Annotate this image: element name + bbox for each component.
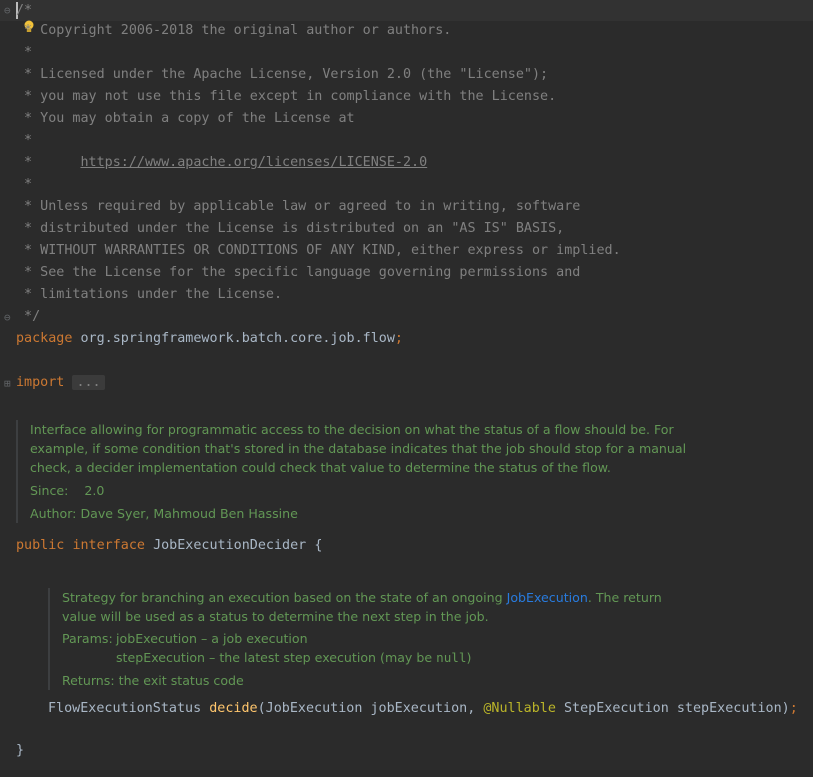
- method-declaration: FlowExecutionStatus decide(JobExecution …: [48, 701, 798, 716]
- current-line-highlight: [0, 0, 813, 21]
- nullable-annotation: @Nullable: [483, 701, 556, 716]
- package-keyword: package: [16, 331, 73, 346]
- open-brace: {: [314, 538, 323, 553]
- jobexecution-link[interactable]: JobExecution: [507, 590, 588, 605]
- package-declaration: package org.springframework.batch.core.j…: [16, 328, 403, 350]
- doc-author: Author: Dave Syer, Mahmoud Ben Hassine: [30, 506, 298, 521]
- license-url-link[interactable]: https://www.apache.org/licenses/LICENSE-…: [81, 155, 428, 170]
- import-declaration: import ...: [16, 372, 105, 394]
- interface-declaration: public interface JobExecutionDecider {: [16, 535, 322, 557]
- doc-since: Since: 2.0: [30, 483, 105, 498]
- comment-line: *: [16, 177, 33, 192]
- doc-returns: Returns: the exit status code: [62, 673, 244, 688]
- close-brace: }: [16, 743, 25, 758]
- interface-keyword: interface: [72, 538, 145, 553]
- comment-line: * https://www.apache.org/licenses/LICENS…: [16, 155, 428, 170]
- method-javadoc: Strategy for branching an execution base…: [48, 588, 690, 690]
- comment-line: * WITHOUT WARRANTIES OR CONDITIONS OF AN…: [16, 243, 621, 258]
- folded-imports[interactable]: ...: [72, 375, 105, 390]
- code-editor[interactable]: ⊖ ⊖ ⊞ /* * Copyright 2006-2018 the origi…: [0, 0, 813, 777]
- doc-description: Strategy for branching an execution base…: [62, 590, 662, 624]
- comment-line: * you may not use this file except in co…: [16, 89, 557, 104]
- doc-description: Interface allowing for programmatic acce…: [30, 422, 687, 475]
- expand-import-icon[interactable]: ⊞: [4, 378, 11, 389]
- comment-line: */: [16, 309, 41, 324]
- comment-line: *: [16, 133, 33, 148]
- doc-param: stepExecution – the latest step executio…: [116, 650, 472, 665]
- public-keyword: public: [16, 538, 65, 553]
- comment-line: * See the License for the specific langu…: [16, 265, 581, 280]
- doc-param: jobExecution – a job execution: [116, 631, 308, 646]
- comment-line: * Unless required by applicable law or a…: [16, 199, 581, 214]
- comment-line: * distributed under the License is distr…: [16, 221, 565, 236]
- interface-name: JobExecutionDecider: [153, 538, 307, 553]
- semicolon: ;: [394, 331, 403, 346]
- comment-line: *: [16, 45, 33, 60]
- comment-line: /*: [16, 3, 33, 18]
- doc-params: Params: jobExecution – a job execution s…: [62, 631, 472, 665]
- comment-line: * Copyright 2006-2018 the original autho…: [16, 23, 452, 38]
- return-type: FlowExecutionStatus: [48, 701, 210, 716]
- comment-line: * You may obtain a copy of the License a…: [16, 111, 355, 126]
- fold-toggle-icon[interactable]: ⊖: [4, 312, 11, 323]
- comment-line: * limitations under the License.: [16, 287, 283, 302]
- method-name: decide: [209, 701, 258, 716]
- class-javadoc: Interface allowing for programmatic acce…: [16, 420, 690, 523]
- package-name: org.springframework.batch.core.job.flow: [72, 331, 395, 346]
- comment-line: * Licensed under the Apache License, Ver…: [16, 67, 549, 82]
- fold-toggle-icon[interactable]: ⊖: [4, 5, 11, 16]
- import-keyword: import: [16, 375, 65, 390]
